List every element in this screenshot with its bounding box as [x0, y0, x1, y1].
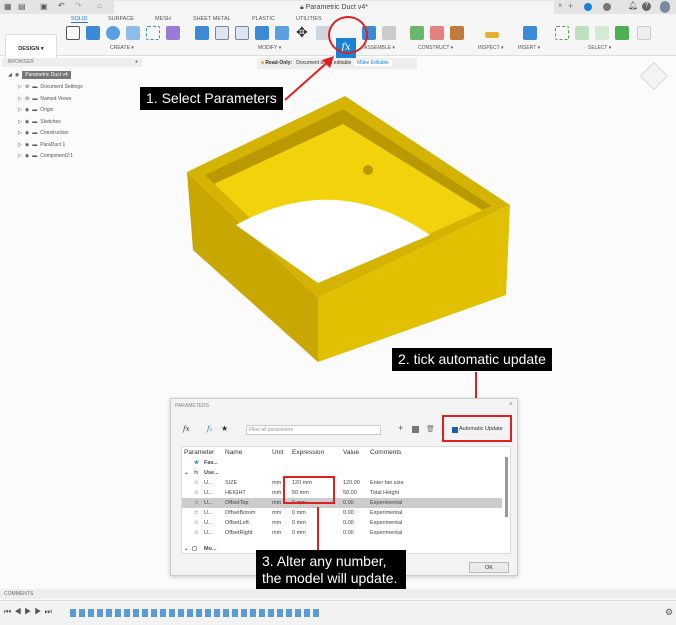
cell-comment: Experimental — [370, 510, 403, 516]
favorite-star-icon[interactable]: ☆ — [194, 518, 199, 528]
cell-value: 0.00 — [343, 500, 354, 506]
group-user[interactable]: ⌄ fx Use... — [182, 468, 502, 478]
favorite-star-icon[interactable]: ☆ — [194, 478, 199, 488]
cell-name: OffsetBotom — [225, 510, 256, 516]
cell-p: U... — [204, 520, 213, 526]
col-value[interactable]: Value — [343, 448, 359, 458]
comments-title: COMMENTS — [4, 591, 34, 597]
add-icon[interactable]: + — [398, 423, 403, 433]
cell-value: 0.00 — [343, 520, 354, 526]
cell-comment: Experimental — [370, 530, 403, 536]
annotation-step-3-line1: 3. Alter any number, — [262, 553, 387, 569]
cell-unit: mm — [272, 480, 282, 486]
favorite-star-icon[interactable]: ☆ — [194, 508, 199, 518]
favorite-icon[interactable]: ★ — [221, 424, 228, 433]
cell-expr[interactable]: 0 mm — [292, 518, 306, 528]
col-unit[interactable]: Unit — [272, 448, 284, 458]
annotation-step-3-line2: the model will update. — [262, 570, 398, 586]
col-comments[interactable]: Comments — [370, 448, 401, 458]
timeline-playback-controls[interactable]: ⏮◀▶▶⏭ — [4, 607, 55, 617]
cell-p: U... — [204, 490, 213, 496]
close-icon[interactable]: × — [509, 401, 513, 408]
annotation-step-2: 2. tick automatic update — [392, 348, 552, 371]
group-favorites[interactable]: ★ Fav... — [182, 458, 502, 468]
delete-icon[interactable]: 🗑︎ — [426, 425, 435, 433]
table-row[interactable]: ☆ U... OffsetLeft mm 0 mm 0.00 Experimental — [182, 518, 502, 528]
cell-comment: Experimental — [370, 520, 403, 526]
table-row[interactable]: ☆ U... OffsetTop mm 0 mm 0.00 Experimental — [182, 498, 502, 508]
cell-unit: mm — [272, 510, 282, 516]
cell-value: 120.00 — [343, 480, 360, 486]
cell-unit: mm — [272, 530, 282, 536]
timeline-features[interactable] — [70, 609, 320, 617]
parameters-table: Parameter Name Unit Expression Value Com… — [181, 446, 511, 554]
cell-comment: Total Height — [370, 490, 400, 496]
comments-panel[interactable]: COMMENTS — [0, 589, 676, 599]
cell-p: U... — [204, 480, 213, 486]
cell-unit: mm — [272, 500, 282, 506]
favorite-star-icon[interactable]: ☆ — [194, 498, 199, 508]
table-row[interactable]: ☆ U... OffsetRight mm 0 mm 0.00 Experimental — [182, 528, 502, 538]
favorite-star-icon[interactable]: ☆ — [194, 528, 199, 538]
ok-button[interactable]: OK — [469, 562, 509, 573]
highlight-auto-update — [442, 415, 512, 442]
screw-hole — [363, 165, 373, 175]
settings-icon[interactable]: ⚙ — [665, 607, 673, 618]
annotation-step-1: 1. Select Parameters — [140, 87, 283, 110]
scrollbar[interactable] — [505, 457, 508, 517]
cell-p: U... — [204, 500, 213, 506]
table-header: Parameter Name Unit Expression Value Com… — [182, 448, 502, 458]
cell-unit: mm — [272, 520, 282, 526]
arrow-step-3 — [317, 507, 319, 552]
timeline: ⏮◀▶▶⏭ ⚙ — [0, 600, 676, 625]
cell-unit: mm — [272, 490, 282, 496]
cell-value: 0.00 — [343, 510, 354, 516]
annotation-step-3: 3. Alter any number, the model will updat… — [256, 550, 406, 590]
cell-p: U... — [204, 510, 213, 516]
col-parameter[interactable]: Parameter — [184, 448, 214, 458]
cell-expr[interactable]: 0 mm — [292, 528, 306, 538]
copy-icon[interactable] — [412, 426, 419, 433]
cell-comment: Enter fan size — [370, 480, 404, 486]
cell-name: OffsetLeft — [225, 520, 249, 526]
table-row[interactable]: ☆ U... SIZE mm 120 mm 120.00 Enter fan size — [182, 478, 502, 488]
cell-value: 50.00 — [343, 490, 357, 496]
cell-name: OffsetTop — [225, 500, 249, 506]
cell-comment: Experimental — [370, 500, 403, 506]
cell-value: 0.00 — [343, 530, 354, 536]
highlight-expressions — [283, 476, 335, 504]
user-parameter-icon[interactable]: f₁ — [207, 425, 212, 433]
cell-p: U... — [204, 530, 213, 536]
favorite-star-icon[interactable]: ☆ — [194, 488, 199, 498]
table-row[interactable]: ☆ U... OffsetBotom mm 0 mm 0.00 Experimental — [182, 508, 502, 518]
dialog-title: PARAMETERS — [175, 403, 210, 409]
filter-input[interactable]: Filter all parameters — [246, 425, 381, 435]
cell-name: OffsetRight — [225, 530, 253, 536]
cell-name: SIZE — [225, 480, 238, 486]
table-row[interactable]: ☆ U... HEIGHT mm 50 mm 50.00 Total Height — [182, 488, 502, 498]
arrow-step-1 — [284, 56, 334, 101]
cell-name: HEIGHT — [225, 490, 246, 496]
col-name[interactable]: Name — [225, 448, 242, 458]
cell-expr[interactable]: 0 mm — [292, 508, 306, 518]
add-parameter-icon[interactable]: fx — [183, 425, 190, 433]
col-expression[interactable]: Expression — [292, 448, 324, 458]
